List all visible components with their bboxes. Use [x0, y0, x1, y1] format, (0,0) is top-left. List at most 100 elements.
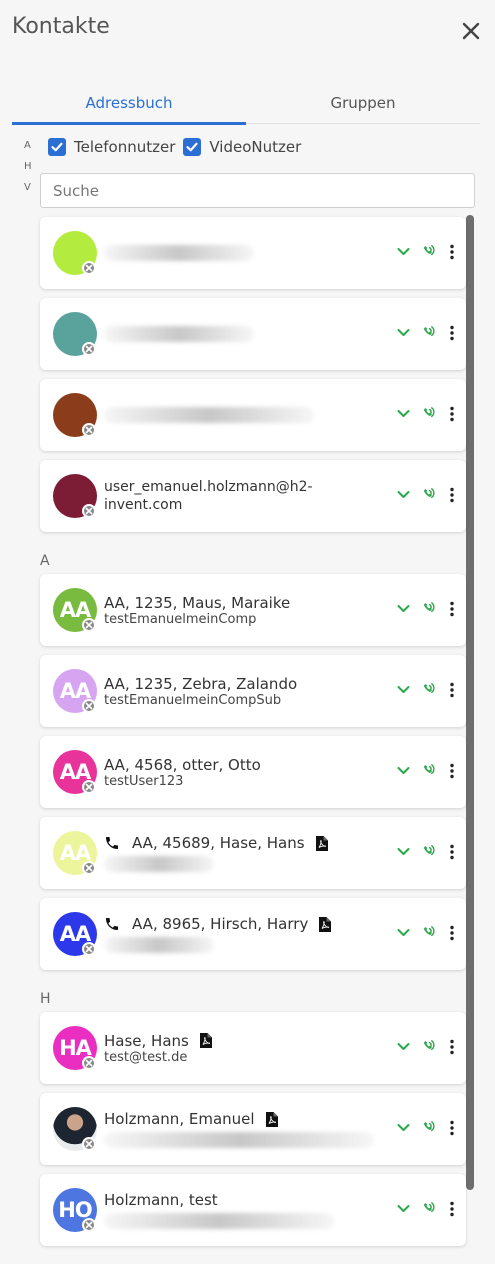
more-options-icon[interactable]	[450, 925, 454, 941]
contact-name: Hase, Hans	[104, 1031, 189, 1050]
telefonnutzer-checkbox[interactable]	[48, 138, 66, 156]
more-options-icon[interactable]	[450, 244, 454, 260]
alpha-index-a[interactable]: A	[24, 135, 32, 156]
contact-card[interactable]: AA AA, 1235, Maus, Maraike testEmanuelmein…	[40, 574, 466, 646]
more-options-icon[interactable]	[450, 1120, 454, 1136]
contact-name: Holzmann, test	[104, 1191, 218, 1209]
phone-ringing-icon[interactable]	[419, 324, 436, 341]
more-options-icon[interactable]	[450, 406, 454, 422]
contact-name: user_emanuel.holzmann@h2-invent.com	[104, 479, 313, 513]
contact-card[interactable]: user_emanuel.holzmann@h2-invent.com	[40, 460, 466, 532]
alpha-index-v[interactable]: V	[24, 177, 32, 198]
contact-card[interactable]	[40, 379, 466, 451]
contact-name: AA, 8965, Hirsch, Harry	[132, 915, 309, 933]
more-options-icon[interactable]	[450, 763, 454, 779]
contact-subtitle: testUser123	[104, 773, 184, 789]
more-options-icon[interactable]	[450, 601, 454, 617]
phone-ringing-icon[interactable]	[419, 924, 436, 941]
phone-ringing-icon[interactable]	[419, 1038, 436, 1055]
phone-ringing-icon[interactable]	[419, 681, 436, 698]
pdf-file-icon	[199, 1033, 212, 1048]
pdf-file-icon	[315, 835, 328, 851]
chevron-down-icon[interactable]	[396, 925, 411, 940]
chevron-down-icon[interactable]	[396, 601, 411, 616]
chevron-down-icon[interactable]	[396, 1201, 411, 1216]
chevron-down-icon[interactable]	[396, 1039, 411, 1054]
chevron-down-icon[interactable]	[396, 682, 411, 697]
chevron-down-icon[interactable]	[396, 844, 411, 859]
phone-ringing-icon[interactable]	[419, 1119, 436, 1136]
contact-card[interactable]: HO Holzmann, test	[40, 1174, 466, 1246]
status-badge-icon	[82, 1137, 96, 1151]
telefonnutzer-label: Telefonnutzer	[74, 138, 176, 156]
contact-name: Holzmann, Emanuel	[104, 1110, 255, 1128]
contact-card[interactable]: AA AA, 1235, Zebra, Zalando testEmanuelmei…	[40, 655, 466, 727]
contact-info: Hase, Hans test@test.de	[104, 1012, 384, 1084]
contact-card[interactable]: AA AA, 8965, Hirsch, Harry	[40, 898, 466, 970]
chevron-down-icon[interactable]	[396, 487, 411, 502]
phone-ringing-icon[interactable]	[419, 405, 436, 422]
phone-ringing-icon[interactable]	[419, 243, 436, 260]
more-options-icon[interactable]	[450, 682, 454, 698]
status-badge-icon	[82, 780, 96, 794]
more-options-icon[interactable]	[450, 844, 454, 860]
contact-card[interactable]	[40, 298, 466, 370]
contact-name-row: AA, 1235, Maus, Maraike	[104, 594, 384, 612]
more-options-icon[interactable]	[450, 1201, 454, 1217]
redacted-subtitle	[104, 856, 214, 872]
redacted-subtitle	[104, 1213, 334, 1229]
contact-card[interactable]: AA AA, 45689, Hase, Hans	[40, 817, 466, 889]
phone-ringing-icon[interactable]	[419, 843, 436, 860]
contact-info: AA, 45689, Hase, Hans	[104, 817, 384, 889]
page-title: Kontakte	[12, 14, 110, 39]
phone-ringing-icon[interactable]	[419, 762, 436, 779]
contact-info	[104, 298, 384, 370]
contact-actions	[396, 324, 454, 341]
close-icon[interactable]	[460, 20, 482, 42]
contact-name-row: AA, 8965, Hirsch, Harry	[104, 915, 384, 933]
more-options-icon[interactable]	[450, 1039, 454, 1055]
chevron-down-icon[interactable]	[396, 406, 411, 421]
chevron-down-icon[interactable]	[396, 1120, 411, 1135]
videonutzer-checkbox[interactable]	[183, 138, 202, 156]
contact-actions	[396, 405, 454, 422]
chevron-down-icon[interactable]	[396, 244, 411, 259]
contact-name-row: AA, 4568, otter, Otto	[104, 756, 384, 774]
contact-info: Holzmann, test	[104, 1174, 384, 1246]
contact-info	[104, 379, 384, 451]
contact-name: AA, 1235, Maus, Maraike	[104, 593, 291, 612]
tab-adressbuch[interactable]: Adressbuch	[12, 88, 246, 125]
status-badge-icon	[82, 423, 96, 437]
alpha-index-h[interactable]: H	[24, 156, 32, 177]
chevron-down-icon[interactable]	[396, 763, 411, 778]
contact-card[interactable]: HA Hase, Hans test@test.de	[40, 1012, 466, 1084]
scrollbar[interactable]	[466, 215, 474, 1190]
search-input[interactable]	[40, 173, 475, 208]
contact-info: AA, 8965, Hirsch, Harry	[104, 898, 384, 970]
contact-card[interactable]: AA AA, 4568, otter, Otto testUser123	[40, 736, 466, 808]
more-options-icon[interactable]	[450, 487, 454, 503]
contact-actions	[396, 681, 454, 698]
phone-ringing-icon[interactable]	[419, 1200, 436, 1217]
redacted-subtitle	[104, 937, 214, 953]
phone-ringing-icon[interactable]	[419, 486, 436, 503]
chevron-down-icon[interactable]	[396, 325, 411, 340]
status-badge-icon	[82, 261, 96, 275]
contact-info	[104, 217, 384, 289]
section-header-h: H	[40, 991, 51, 1007]
redacted-subtitle	[104, 1132, 374, 1148]
more-options-icon[interactable]	[450, 325, 454, 341]
status-badge-icon	[82, 1218, 96, 1232]
pdf-file-icon	[265, 1111, 278, 1127]
contact-actions	[396, 924, 454, 941]
contact-card[interactable]	[40, 217, 466, 289]
status-badge-icon	[82, 504, 96, 518]
contact-card[interactable]: Holzmann, Emanuel	[40, 1093, 466, 1165]
section-header-a: A	[40, 553, 50, 569]
phone-ringing-icon[interactable]	[419, 600, 436, 617]
contact-subtitle: test@test.de	[104, 1049, 188, 1065]
redacted-name	[104, 245, 254, 261]
status-badge-icon	[82, 699, 96, 713]
tab-gruppen[interactable]: Gruppen	[246, 88, 480, 123]
status-badge-icon	[82, 942, 96, 956]
